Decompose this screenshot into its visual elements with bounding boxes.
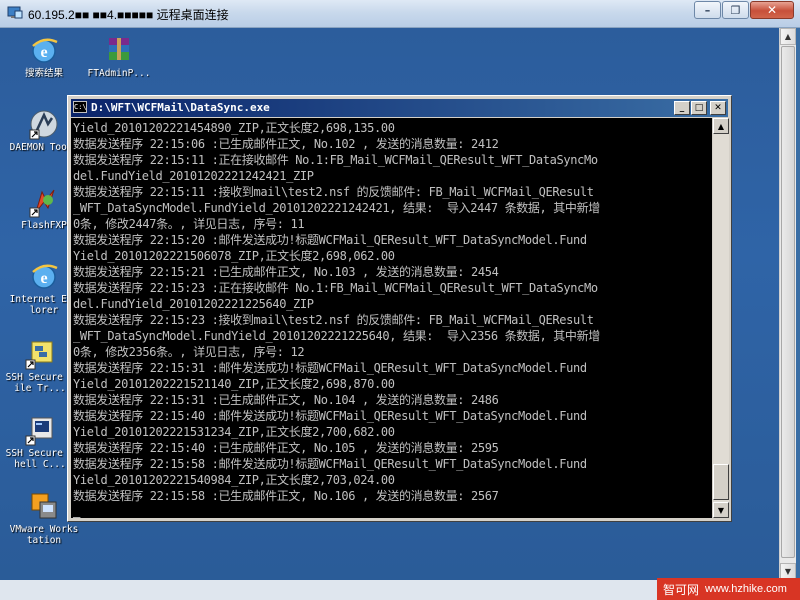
ssh-file-transfer-icon [25, 341, 53, 370]
desktop-icon-ssh-shell-client[interactable]: SSH Secure Shell C... [4, 414, 76, 470]
console-close-button[interactable]: ✕ [710, 101, 726, 115]
flashfxp-icon [29, 189, 55, 218]
console-line: Yield_20101202221521140_ZIP,正文长度2,698,87… [73, 377, 395, 391]
console-cursor: ▁ [73, 505, 81, 518]
console-line: Yield_20101202221540984_ZIP,正文长度2,703,02… [73, 473, 395, 487]
desktop-icon-label: SSH Secure Shell C... [5, 448, 75, 470]
console-line: 数据发送程序 22:15:40 :邮件发送成功!标题WCFMail_QEResu… [73, 409, 587, 423]
console-output[interactable]: Yield_20101202221454890_ZIP,正文长度2,698,13… [71, 118, 712, 518]
svg-text:e: e [40, 270, 47, 287]
desktop-icon-label: SSH Secure File Tr... [5, 372, 75, 394]
console-line: 数据发送程序 22:15:20 :邮件发送成功!标题WCFMail_QEResu… [73, 233, 587, 247]
minimize-icon: _ [679, 102, 685, 113]
daemon-tools-icon [29, 110, 58, 140]
console-line: Yield_20101202221454890_ZIP,正文长度2,698,13… [73, 121, 395, 135]
console-line: 0条, 修改2356条。, 详见日志, 序号: 12 [73, 345, 305, 359]
console-line: 数据发送程序 22:15:58 :已生成邮件正文, No.106 , 发送的消息… [73, 489, 499, 503]
restore-icon: ❐ [730, 3, 741, 17]
internet-explorer-icon: e [32, 264, 58, 289]
desktop-icon-label: FTAdminP... [87, 68, 151, 79]
console-line: 数据发送程序 22:15:11 :接收到mail\test2.nsf 的反馈邮件… [73, 185, 594, 199]
vmware-workstation-icon [31, 493, 57, 519]
console-line: Yield_20101202221506078_ZIP,正文长度2,698,06… [73, 249, 395, 263]
console-line: 0条, 修改2447条。, 详见日志, 序号: 11 [73, 217, 305, 231]
desktop-icon-label: VMware Workstation [9, 524, 79, 546]
console-scroll-thumb[interactable] [713, 464, 729, 500]
console-line: 数据发送程序 22:15:23 :接收到mail\test2.nsf 的反馈邮件… [73, 313, 594, 327]
desktop-icon-search-results[interactable]: e 搜索结果 [8, 34, 80, 79]
close-icon: ✕ [766, 3, 778, 17]
rdp-scroll-thumb[interactable] [781, 46, 795, 558]
close-icon: ✕ [714, 102, 722, 113]
console-line: del.FundYield_20101202221242421_ZIP [73, 169, 314, 183]
console-line: 数据发送程序 22:15:31 :邮件发送成功!标题WCFMail_QEResu… [73, 361, 587, 375]
ssh-shell-client-icon [25, 417, 53, 446]
console-line: 数据发送程序 22:15:31 :已生成邮件正文, No.104 , 发送的消息… [73, 393, 499, 407]
console-line: 数据发送程序 22:15:06 :已生成邮件正文, No.102 , 发送的消息… [73, 137, 499, 151]
console-maximize-button[interactable]: □ [691, 101, 707, 115]
minimize-icon: – [704, 3, 711, 17]
console-line: _WFT_DataSyncModel.FundYield_20101202221… [73, 201, 600, 215]
winrar-archive-icon [109, 38, 129, 60]
svg-text:e: e [40, 44, 47, 61]
remote-desktop-icon [7, 6, 23, 19]
console-line: 数据发送程序 22:15:23 :正在接收邮件 No.1:FB_Mail_WCF… [73, 281, 598, 295]
console-line: 数据发送程序 22:15:21 :已生成邮件正文, No.103 , 发送的消息… [73, 265, 499, 279]
maximize-icon: □ [694, 102, 704, 113]
console-line: _WFT_DataSyncModel.FundYield_20101202221… [73, 329, 600, 343]
console-window-title: D:\WFT\WCFMail\DataSync.exe [91, 101, 270, 114]
rdp-vertical-scrollbar[interactable]: ▲ ▼ [779, 28, 796, 580]
rdp-title-bar[interactable]: 60.195.2■■ ■■4.■■■■■ 远程桌面连接 – ❐ ✕ [0, 0, 800, 28]
scroll-up-arrow-icon[interactable]: ▲ [713, 118, 729, 134]
desktop-icon-ssh-file-transfer[interactable]: SSH Secure File Tr... [4, 338, 76, 394]
desktop-icon-label: 搜索结果 [24, 68, 63, 79]
search-results-ie-icon: e [32, 38, 58, 63]
rdp-minimize-button[interactable]: – [694, 1, 721, 19]
console-line: 数据发送程序 22:15:58 :邮件发送成功!标题WCFMail_QEResu… [73, 457, 587, 471]
scroll-down-arrow-icon[interactable]: ▼ [713, 502, 729, 518]
watermark-site: www.hzhike.com [705, 583, 787, 595]
rdp-window-title: 60.195.2■■ ■■4.■■■■■ 远程桌面连接 [28, 8, 229, 22]
console-window[interactable]: C:\ D:\WFT\WCFMail\DataSync.exe _ □ ✕ Yi… [67, 95, 732, 522]
console-line: 数据发送程序 22:15:40 :已生成邮件正文, No.105 , 发送的消息… [73, 441, 499, 455]
console-line: 数据发送程序 22:15:11 :正在接收邮件 No.1:FB_Mail_WCF… [73, 153, 598, 167]
console-title-bar[interactable]: C:\ D:\WFT\WCFMail\DataSync.exe _ □ ✕ [71, 99, 728, 117]
console-scrollbar[interactable]: ▲ ▼ [713, 118, 729, 518]
console-line: Yield_20101202221531234_ZIP,正文长度2,700,68… [73, 425, 395, 439]
watermark-brand: 智可网 [663, 582, 700, 597]
console-minimize-button[interactable]: _ [674, 101, 690, 115]
rdp-restore-button[interactable]: ❐ [722, 1, 749, 19]
scroll-up-arrow-icon[interactable]: ▲ [780, 28, 796, 45]
console-line: del.FundYield_20101202221225640_ZIP [73, 297, 314, 311]
rdp-close-button[interactable]: ✕ [750, 1, 794, 19]
desktop-icon-ftadmin[interactable]: FTAdminP... [83, 34, 155, 79]
site-watermark: 智可网 www.hzhike.com [657, 578, 800, 600]
console-app-icon: C:\ [73, 101, 87, 113]
